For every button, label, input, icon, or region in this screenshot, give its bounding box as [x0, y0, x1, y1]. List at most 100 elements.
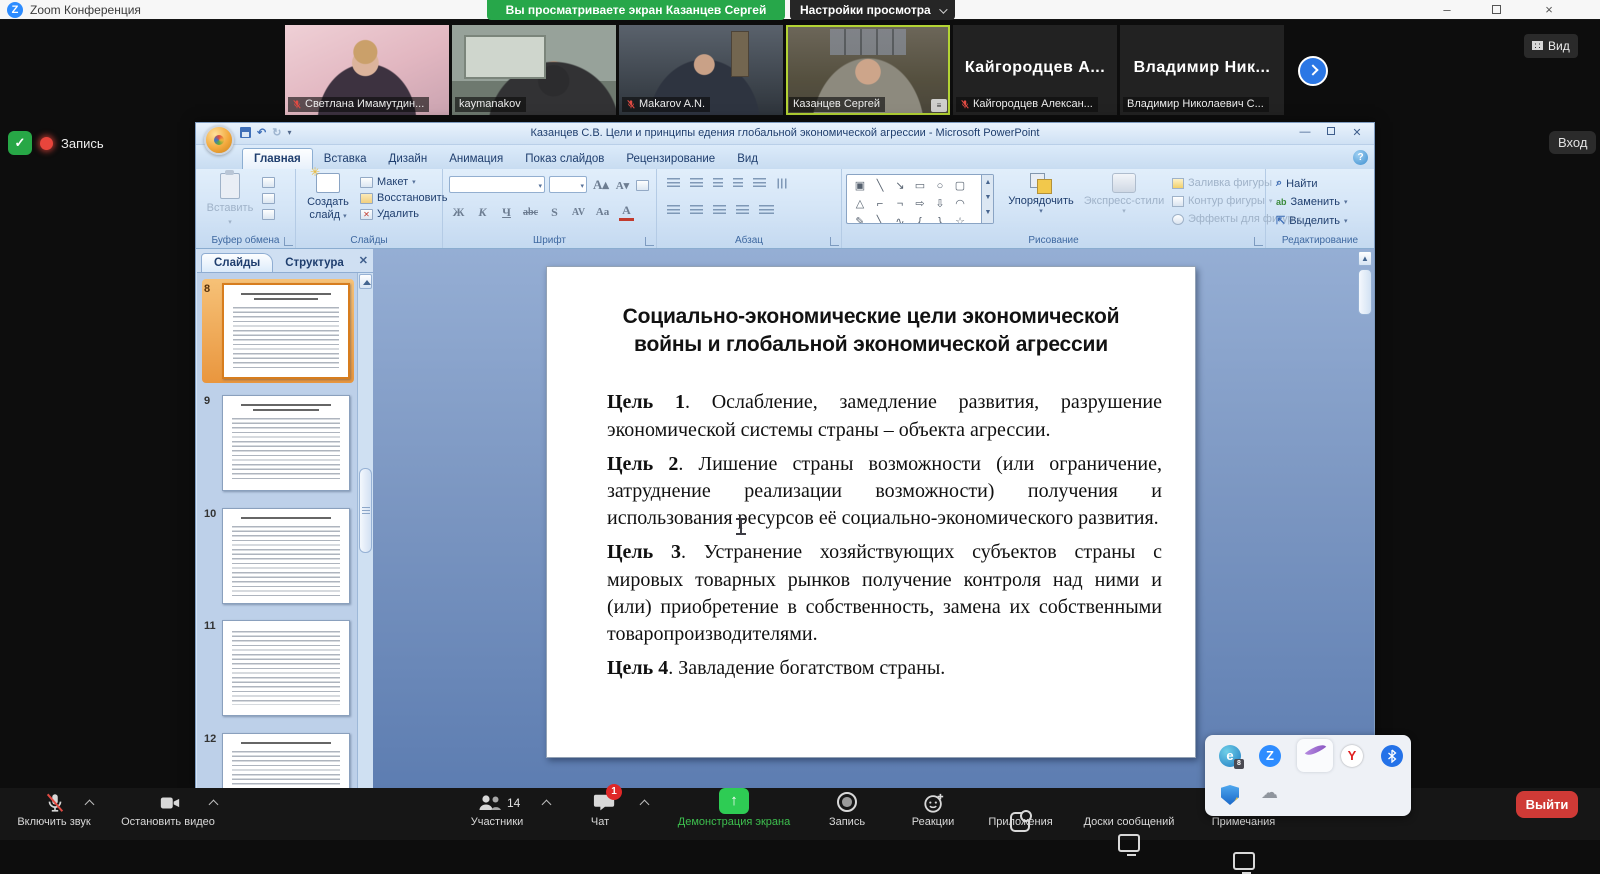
columns-icon[interactable] — [759, 205, 774, 216]
ppt-restore-button[interactable] — [1318, 126, 1344, 138]
clear-formatting-icon[interactable] — [636, 180, 649, 191]
tab-vid[interactable]: Вид — [726, 149, 769, 169]
video-label[interactable]: Остановить видео — [116, 816, 220, 828]
shape-glyph[interactable]: ↘ — [890, 178, 910, 194]
select-button[interactable]: ⇱Выделить▾ — [1276, 214, 1347, 227]
shape-glyph[interactable]: { — [910, 214, 930, 224]
participant-tile[interactable]: Светлана Имамутдин... — [285, 25, 449, 115]
record-icon[interactable] — [837, 792, 857, 812]
align-right-icon[interactable] — [713, 205, 726, 216]
screen-share-button[interactable]: ↑ — [719, 788, 749, 814]
next-participants-button[interactable] — [1298, 56, 1328, 86]
ppt-minimize-button[interactable]: — — [1292, 126, 1318, 138]
shape-glyph[interactable]: ▭ — [910, 178, 930, 194]
align-left-icon[interactable] — [667, 205, 680, 216]
text-direction-icon[interactable] — [776, 179, 787, 189]
slide-thumbnail-8[interactable]: 8 — [202, 279, 354, 383]
italic-button[interactable]: К — [475, 205, 490, 220]
video-options-chevron[interactable] — [209, 800, 219, 810]
notes-icon[interactable] — [1233, 852, 1255, 870]
dialog-launcher-icon[interactable] — [830, 237, 839, 246]
shape-glyph[interactable]: ▢ — [950, 178, 970, 194]
slide-thumbnail-12[interactable]: 12 — [202, 729, 354, 790]
bullets-icon[interactable] — [667, 178, 680, 189]
office-button[interactable] — [204, 125, 234, 155]
tab-glavnaya[interactable]: Главная — [242, 148, 313, 169]
reactions-icon[interactable] — [922, 792, 946, 814]
participants-icon[interactable] — [477, 792, 503, 814]
ppt-close-button[interactable]: ✕ — [1344, 126, 1370, 139]
dialog-launcher-icon[interactable] — [1254, 237, 1263, 246]
shape-glyph[interactable]: ✎ — [850, 214, 870, 224]
chat-label[interactable]: Чат — [565, 816, 635, 828]
arrange-button[interactable]: Упорядочить ▾ — [1004, 173, 1078, 216]
participant-tile[interactable]: Makarov A.N. — [619, 25, 783, 115]
share-label[interactable]: Демонстрация экрана — [659, 816, 809, 828]
format-painter-icon[interactable] — [262, 209, 275, 220]
mic-options-chevron[interactable] — [85, 800, 95, 810]
replace-button[interactable]: abЗаменить▾ — [1276, 196, 1347, 208]
bold-button[interactable]: Ж — [451, 205, 466, 220]
mute-label[interactable]: Включить звук — [8, 816, 100, 828]
windows-security-shield-icon[interactable] — [1221, 785, 1239, 805]
slide-thumbnail-9[interactable]: 9 — [202, 391, 354, 495]
shapes-gallery[interactable]: ▣╲↘▭○▢ △⌐¬⇨⇩◠ ✎╲∿{}☆ ▲▼▼ — [846, 174, 994, 224]
scrollbar-thumb[interactable] — [359, 468, 372, 553]
cut-icon[interactable] — [262, 177, 275, 188]
tab-animatsiya[interactable]: Анимация — [438, 149, 514, 169]
quick-styles-button[interactable]: Экспресс-стили ▾ — [1080, 173, 1168, 216]
notes-label[interactable]: Примечания — [1196, 816, 1291, 828]
scroll-up-button[interactable] — [359, 274, 372, 289]
shape-glyph[interactable]: ☆ — [950, 214, 970, 224]
char-spacing-button[interactable]: AV — [571, 207, 586, 218]
login-button[interactable]: Вход — [1549, 131, 1596, 154]
maximize-button[interactable] — [1473, 0, 1519, 20]
find-button[interactable]: ⌕Найти — [1276, 177, 1347, 190]
reset-button[interactable]: Восстановить — [360, 192, 447, 204]
yandex-browser-icon[interactable]: Y — [1341, 745, 1363, 767]
justify-icon[interactable] — [736, 205, 749, 216]
shape-glyph[interactable]: ¬ — [890, 196, 910, 212]
paste-button[interactable]: Вставить ▾ — [204, 173, 256, 227]
new-slide-button[interactable]: Создать слайд ▾ — [302, 173, 354, 221]
scroll-up-button[interactable]: ▲ — [1358, 251, 1372, 266]
chat-chevron[interactable] — [640, 800, 650, 810]
minimize-button[interactable]: – — [1424, 0, 1470, 20]
cloud-icon[interactable]: ☁ — [1261, 783, 1278, 803]
ppt-title-bar[interactable]: ↶ ↻ ▾ Казанцев С.В. Цели и принципы еден… — [196, 123, 1374, 145]
shape-glyph[interactable]: △ — [850, 196, 870, 212]
muted-mic-icon[interactable] — [44, 792, 66, 814]
pane-tab-outline[interactable]: Структура — [273, 254, 356, 272]
participant-tile[interactable]: kaymanakov — [452, 25, 616, 115]
increase-indent-icon[interactable] — [733, 178, 743, 189]
shape-glyph[interactable]: ○ — [930, 178, 950, 194]
underline-button[interactable]: Ч — [499, 205, 514, 220]
scrollbar-thumb[interactable] — [1358, 269, 1372, 315]
shadow-button[interactable]: S — [547, 205, 562, 220]
shape-glyph[interactable]: ◠ — [950, 196, 970, 212]
tab-pokaz-slaydov[interactable]: Показ слайдов — [514, 149, 615, 169]
shrink-font-button[interactable]: A▾ — [615, 179, 630, 192]
participant-tile-active-speaker[interactable]: Казанцев Сергей ≡ — [786, 25, 950, 115]
font-name-select[interactable]: ▾ — [449, 176, 545, 193]
reactions-label[interactable]: Реакции — [898, 816, 968, 828]
layout-button[interactable]: Макет▾ — [360, 176, 447, 188]
view-layout-button[interactable]: Вид — [1524, 34, 1578, 58]
participant-tile[interactable]: Владимир Ник... Владимир Николаевич С... — [1120, 25, 1284, 115]
tab-retsenzirovanie[interactable]: Рецензирование — [615, 149, 726, 169]
main-scrollbar[interactable]: ▲ « « ▼ — [1358, 251, 1373, 787]
shape-glyph[interactable]: ⇨ — [910, 196, 930, 212]
participants-label[interactable]: Участники — [452, 816, 542, 828]
slide-canvas[interactable]: Социально-экономические цели экономическ… — [546, 266, 1196, 758]
tile-menu-icon[interactable]: ≡ — [931, 99, 947, 112]
close-button[interactable]: × — [1526, 0, 1572, 20]
tab-vstavka[interactable]: Вставка — [313, 149, 378, 169]
delete-slide-button[interactable]: ✕Удалить — [360, 208, 447, 220]
leave-button[interactable]: Выйти — [1516, 791, 1578, 818]
pane-scrollbar[interactable] — [357, 273, 373, 790]
strikethrough-button[interactable]: abc — [523, 207, 538, 218]
shape-glyph[interactable]: ⌐ — [870, 196, 890, 212]
decrease-indent-icon[interactable] — [713, 178, 723, 189]
change-case-button[interactable]: Aa — [595, 206, 610, 218]
participant-tile[interactable]: Кайгородцев А... Кайгородцев Алексан... — [953, 25, 1117, 115]
